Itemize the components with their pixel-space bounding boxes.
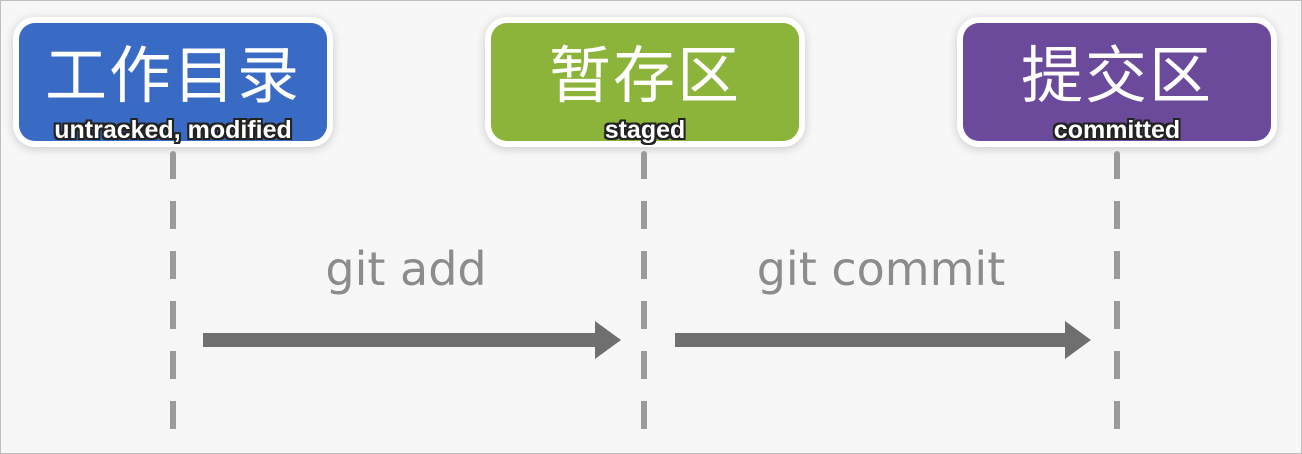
arrow-shaft [675,333,1067,347]
arrow-shaft [203,333,597,347]
arrow-git-add [203,321,621,359]
arrow-git-commit [675,321,1091,359]
arrow-head-icon [1065,321,1091,359]
transition-arrows [203,321,1091,359]
git-workflow-diagram: 工作目录 untracked, modified 暂存区 staged 提交区 … [0,0,1302,454]
arrow-head-icon [595,321,621,359]
